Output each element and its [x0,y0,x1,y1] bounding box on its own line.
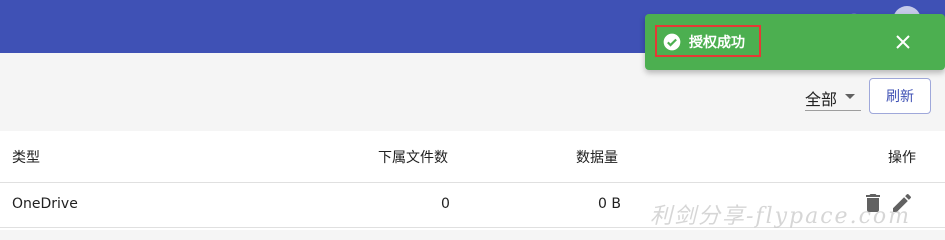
cell-data-size: 0 B [598,196,621,212]
chevron-down-icon [845,94,855,99]
check-circle-icon [662,32,682,52]
snackbar-message: 授权成功 [689,35,745,51]
filter-select[interactable]: 全部 [805,84,861,111]
header-divider [0,182,945,183]
filter-select-value: 全部 [805,90,838,109]
watermark: 利剑分享-flypace.com [650,204,912,229]
cell-file-count: 0 [441,196,450,212]
refresh-button[interactable]: 刷新 [869,78,931,114]
snackbar: 授权成功 [645,14,945,70]
cell-type: OneDrive [12,196,78,212]
column-header-type: 类型 [12,150,40,166]
column-header-file-count: 下属文件数 [378,150,448,166]
close-icon[interactable] [894,33,912,51]
column-header-actions: 操作 [888,150,916,166]
column-header-data-size: 数据量 [576,150,618,166]
